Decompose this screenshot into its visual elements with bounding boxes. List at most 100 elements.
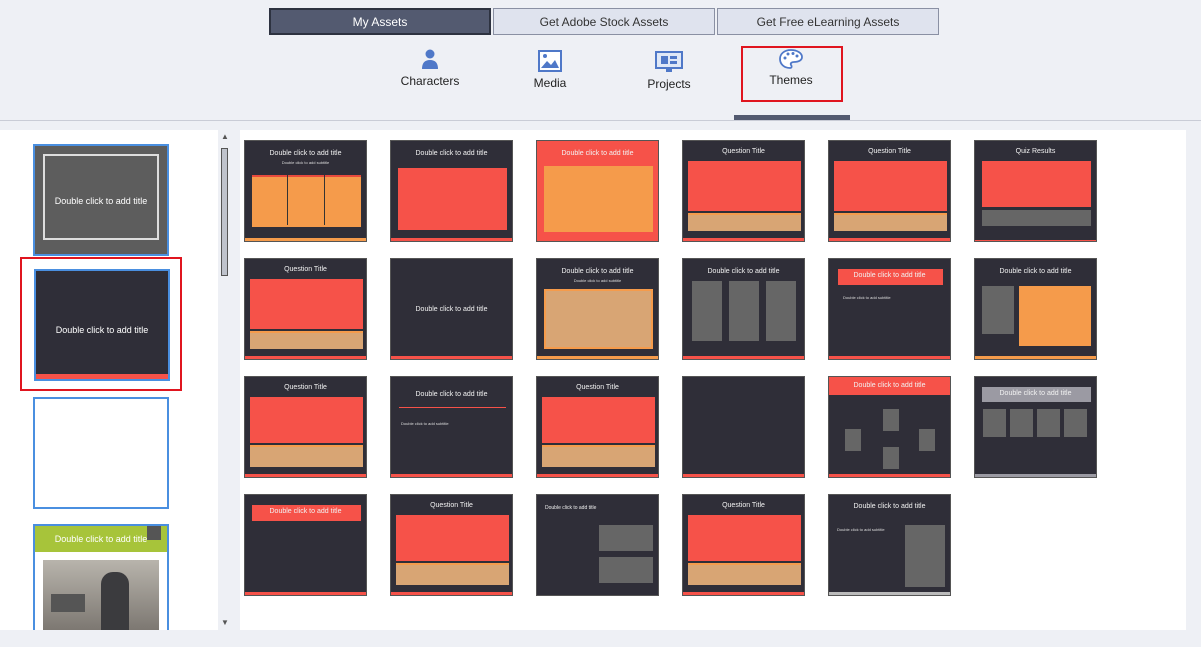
theme-thumb[interactable]: Question Title [536, 376, 659, 478]
thumb-bottom-bar [975, 240, 1096, 241]
thumb-title: Double click to add title [269, 508, 342, 515]
thumb-bottom-bar [245, 356, 366, 359]
thumb-title: Double click to add title [415, 150, 488, 157]
theme-thumb[interactable]: Question Title [244, 376, 367, 478]
theme-thumb[interactable]: Question Title [244, 258, 367, 360]
theme-thumb[interactable]: Double click to add title [974, 258, 1097, 360]
thumb-bottom-bar [683, 238, 804, 241]
thumb-bottom-bar [245, 474, 366, 477]
scrollbar-thumb[interactable] [221, 148, 228, 276]
thumb-bottom-bar [245, 592, 366, 595]
bottom-bar [0, 630, 1201, 647]
thumb-bottom-bar [975, 356, 1096, 359]
question-block [250, 397, 363, 443]
theme-thumb[interactable]: Double click to add title [974, 376, 1097, 478]
thumb-bottom-bar [829, 356, 950, 359]
results-block [982, 161, 1091, 207]
accent-bar [36, 374, 168, 379]
answer-strip [834, 213, 947, 231]
category-projects[interactable]: Projects [638, 51, 700, 91]
media-placeholder [982, 286, 1014, 334]
tab-adobe-stock-assets[interactable]: Get Adobe Stock Assets [493, 8, 715, 35]
themes-grid: Double click to add title Double click t… [240, 130, 1186, 630]
thumb-title: Question Title [722, 148, 765, 155]
theme-thumb[interactable] [682, 376, 805, 478]
theme-thumb[interactable]: Double click to add title [682, 258, 805, 360]
grid-scroll-gutter [1186, 130, 1201, 630]
tab-my-assets[interactable]: My Assets [269, 8, 491, 35]
theme-thumb[interactable]: Double click to add title [828, 376, 951, 478]
thumb-bottom-bar [391, 238, 512, 241]
layout-thumb-2-selected[interactable]: Double click to add title [20, 257, 182, 391]
answer-strip [250, 445, 363, 467]
thumb-bottom-bar [245, 238, 366, 241]
layout-thumb-3-blank[interactable] [33, 397, 169, 509]
monitor-icon [655, 51, 683, 72]
theme-thumb[interactable]: Double click to add title [390, 258, 513, 360]
media-placeholder [919, 429, 935, 451]
theme-thumb[interactable]: Double click to add title [390, 140, 513, 242]
thumb-bottom-bar [683, 356, 804, 359]
thumb-title: Double click to add title [561, 268, 634, 275]
person-figure [101, 572, 129, 630]
left-panel-scrollbar[interactable]: ▲ ▼ [218, 130, 232, 630]
theme-thumb[interactable]: Question Title [682, 140, 805, 242]
theme-thumb[interactable]: Quiz Results [974, 140, 1097, 242]
col-divider [324, 175, 325, 225]
layout-thumb-4[interactable]: Double click to add title [33, 524, 169, 630]
layout-thumb-1[interactable]: Double click to add title [33, 144, 169, 256]
category-media-label: Media [533, 76, 567, 90]
content-block [1019, 286, 1091, 346]
category-characters[interactable]: Characters [395, 48, 465, 88]
question-block [250, 279, 363, 329]
thumb-title: Double click to add title [269, 150, 342, 157]
category-projects-label: Projects [647, 77, 691, 91]
scroll-down-arrow-icon[interactable]: ▼ [220, 618, 230, 628]
theme-thumb[interactable]: Double click to add title [244, 494, 367, 596]
results-button-strip [982, 210, 1091, 226]
tab-free-elearning-assets[interactable]: Get Free eLearning Assets [717, 8, 939, 35]
media-placeholder [983, 409, 1006, 437]
scroll-up-arrow-icon[interactable]: ▲ [220, 132, 230, 142]
content-block [398, 168, 507, 230]
title-underline [399, 407, 506, 408]
corner-tag [147, 526, 161, 540]
theme-thumb[interactable]: Double click to add title [536, 494, 659, 596]
answer-strip [688, 563, 801, 585]
theme-thumb[interactable]: Double click to add title Double click t… [244, 140, 367, 242]
media-placeholder [1010, 409, 1033, 437]
media-placeholder [729, 281, 759, 341]
theme-thumb[interactable]: Double click to add title Double click t… [536, 258, 659, 360]
photo-placeholder [43, 560, 159, 630]
header-divider [0, 120, 1201, 121]
question-block [688, 161, 801, 211]
thumb-bottom-bar [829, 592, 950, 595]
theme-thumb[interactable]: Question Title [682, 494, 805, 596]
theme-thumb[interactable]: Double click to add title Double click t… [828, 494, 951, 596]
thumb-subtitle: Double click to add subtitle [837, 527, 885, 532]
category-media[interactable]: Media [518, 50, 582, 90]
content-block [544, 166, 653, 232]
thumb-bottom-bar [391, 356, 512, 359]
thumb-bottom-bar [683, 474, 804, 477]
question-block [834, 161, 947, 211]
theme-thumb[interactable]: Double click to add title [536, 140, 659, 242]
thumb-title: Double click to add title [561, 150, 634, 157]
theme-thumb[interactable]: Double click to add title Double click t… [828, 258, 951, 360]
thumb-bottom-bar [391, 592, 512, 595]
thumb-title: Double click to add title [415, 391, 488, 398]
thumb-subtitle: Double click to add subtitle [573, 278, 622, 283]
themes-highlight-box [741, 46, 843, 102]
thumb-title: Question Title [576, 384, 619, 391]
question-block [396, 515, 509, 561]
thumb-title: Double click to add title [545, 505, 597, 511]
thumb-subtitle: Double click to add subtitle [281, 160, 330, 165]
question-block [542, 397, 655, 443]
media-placeholder [883, 409, 899, 431]
theme-thumb[interactable]: Question Title [390, 494, 513, 596]
thumb-subtitle: Double click to add subtitle [843, 295, 891, 300]
theme-thumb[interactable]: Question Title [828, 140, 951, 242]
theme-thumb[interactable]: Double click to add title Double click t… [390, 376, 513, 478]
thumb-title: Question Title [722, 502, 765, 509]
layout-thumb-2-title: Double click to add title [55, 325, 149, 335]
